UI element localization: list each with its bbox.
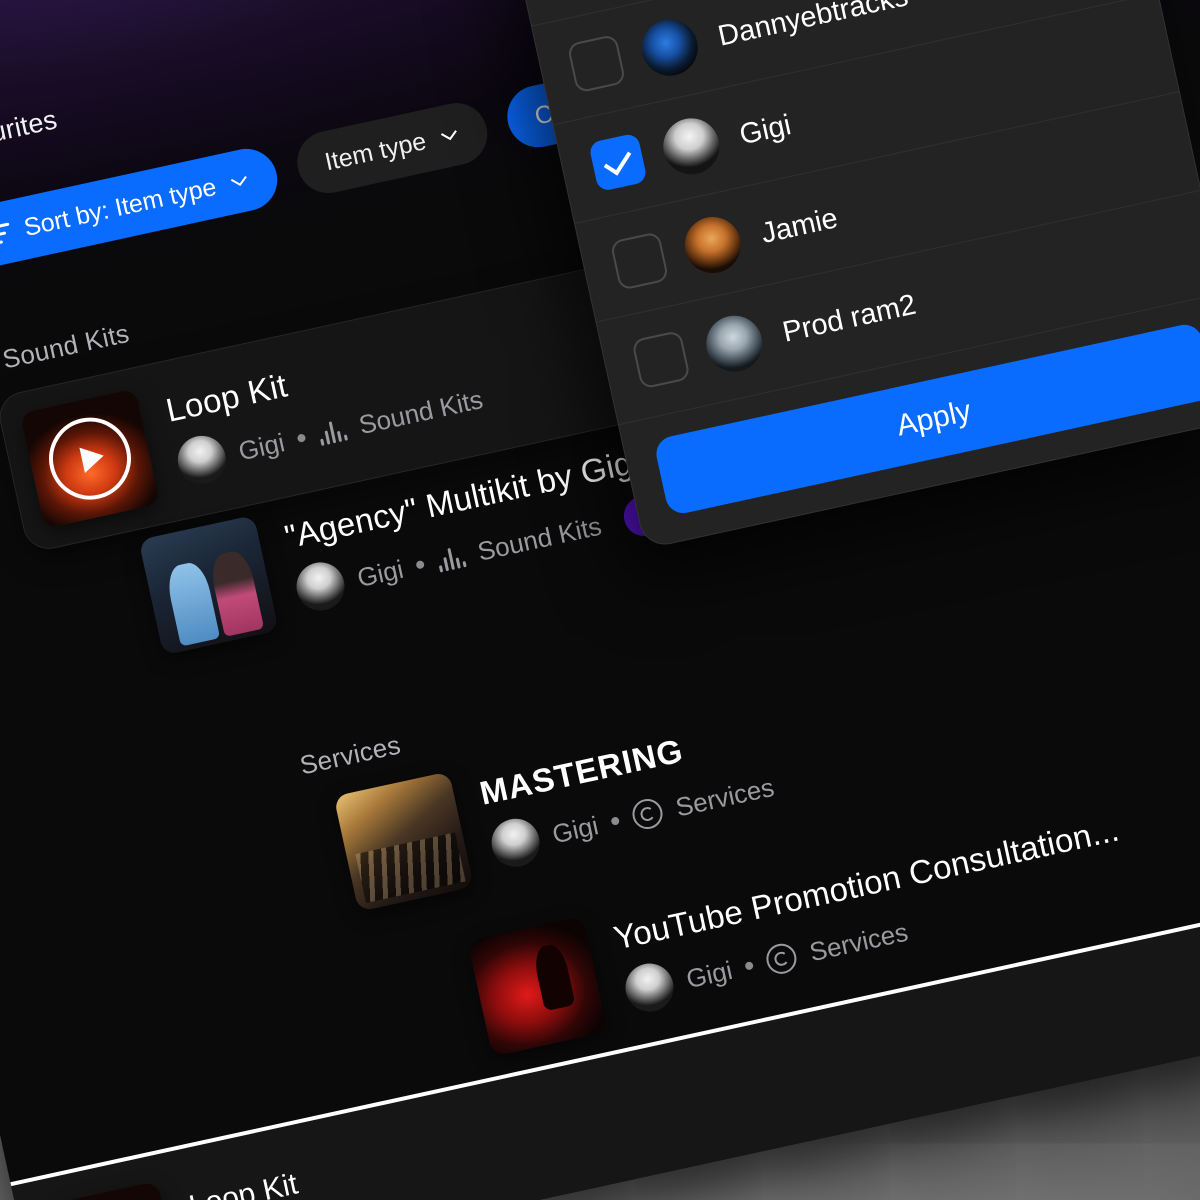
creator-checkbox[interactable] — [609, 231, 670, 291]
creator-checkbox[interactable] — [588, 132, 648, 193]
avatar — [700, 310, 768, 378]
dropdown-layer: Select all Dannyebtracks Gigi Jamie — [0, 0, 1200, 1200]
creator-name: Jamie — [758, 201, 841, 250]
creator-name: Prod ram2 — [779, 288, 919, 349]
avatar — [657, 113, 725, 180]
creator-name: Dannyebtracks — [715, 0, 911, 53]
avatar — [679, 211, 747, 279]
creator-filter-dropdown: Select all Dannyebtracks Gigi Jamie — [508, 0, 1200, 550]
creator-checkbox[interactable] — [566, 33, 627, 94]
creator-checkbox[interactable] — [631, 329, 691, 390]
creator-name: Gigi — [736, 108, 794, 151]
check-icon — [603, 144, 632, 176]
avatar — [636, 14, 704, 81]
screenshot-stage: s Favourites Sort by: Item type Item typ… — [0, 0, 1200, 1200]
